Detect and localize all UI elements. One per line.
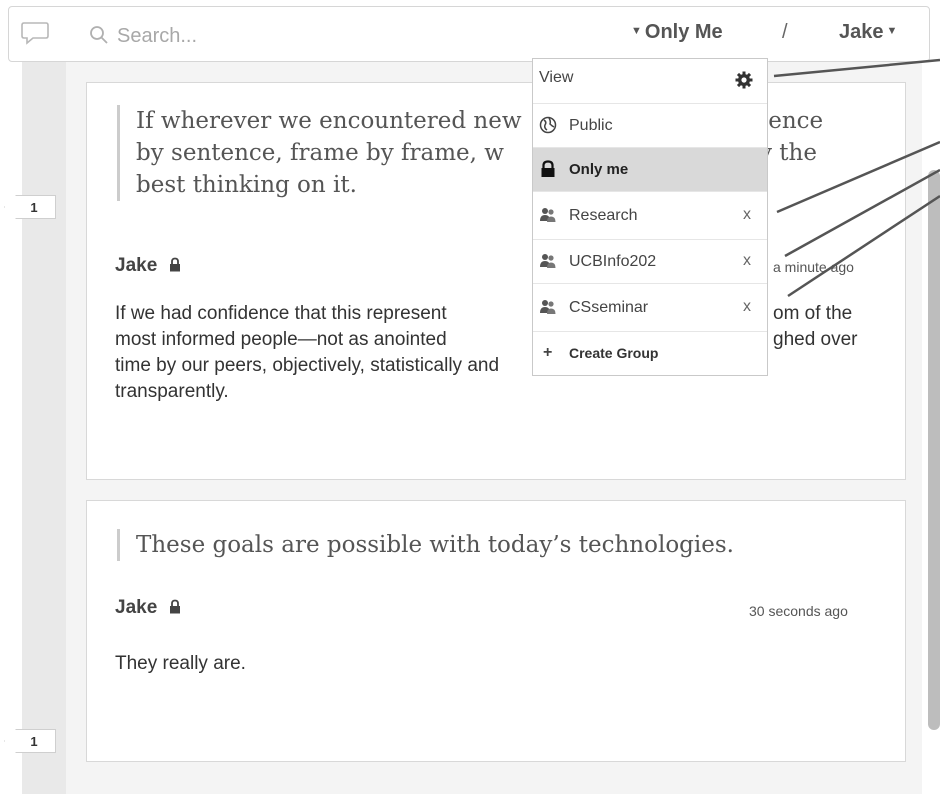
body-line: time by our peers, objectively, statisti…	[115, 355, 500, 402]
quote-line: If wherever we encountered new	[136, 108, 522, 134]
group-icon	[540, 208, 556, 222]
create-group-label: Create Group	[569, 345, 659, 361]
annotation-body: If we had confidence that this represent…	[115, 301, 535, 405]
create-group-button[interactable]: + Create Group	[533, 331, 767, 375]
quoted-text: If wherever we encountered new by senten…	[117, 105, 546, 201]
annotation-count-badge[interactable]: 1	[4, 195, 56, 219]
quote-line: tence	[759, 108, 824, 134]
annotation-timestamp[interactable]: 30 seconds ago	[749, 603, 848, 619]
option-label: Only me	[569, 161, 629, 178]
annotation-timestamp[interactable]: a minute ago	[773, 259, 854, 275]
quote-line: v the	[759, 140, 817, 166]
quote-line: by sentence, frame by frame, w	[136, 140, 504, 166]
quote-line: best thinking on it.	[136, 172, 357, 198]
scope-dropdown-menu: View Public Only me Research x UCBInfo20…	[532, 58, 768, 376]
lock-icon	[169, 257, 180, 272]
group-icon	[540, 300, 556, 314]
scope-label: Only Me	[644, 21, 723, 43]
annotation-author[interactable]: Jake	[115, 597, 181, 619]
option-label: Public	[569, 117, 613, 134]
scope-selector-button[interactable]: ▼ Only Me	[631, 21, 723, 44]
triangle-down-icon: ▼	[886, 25, 898, 37]
separator: /	[782, 21, 788, 43]
group-icon	[540, 254, 556, 268]
lock-icon	[541, 160, 555, 177]
body-line: If we had confidence that this represent	[115, 303, 447, 324]
scope-option-csseminar[interactable]: CSseminar x	[533, 283, 767, 331]
user-label: Jake	[839, 21, 884, 43]
gear-icon[interactable]	[735, 71, 753, 89]
scope-option-public[interactable]: Public	[533, 103, 767, 147]
search-icon	[90, 26, 108, 44]
dropdown-title: View	[539, 69, 574, 86]
quoted-text: These goals are possible with today’s te…	[117, 529, 734, 561]
user-menu-button[interactable]: Jake ▼	[839, 21, 897, 44]
remove-group-button[interactable]: x	[743, 252, 751, 270]
speech-bubble-icon[interactable]	[21, 21, 49, 45]
quoted-text-overflow: tence v the	[759, 105, 823, 169]
lock-icon	[169, 599, 180, 614]
body-line: om of the	[773, 303, 853, 324]
scope-option-ucbinfo202[interactable]: UCBInfo202 x	[533, 239, 767, 283]
triangle-down-icon: ▼	[631, 25, 642, 37]
annotation-gutter	[22, 62, 66, 794]
author-name: Jake	[115, 255, 158, 276]
scrollbar[interactable]	[928, 170, 940, 730]
annotation-count-badge[interactable]: 1	[4, 729, 56, 753]
body-line: ghed over	[773, 329, 858, 350]
scope-option-only-me[interactable]: Only me	[533, 147, 767, 191]
body-line: most informed people—not as anointed	[115, 329, 447, 350]
option-label: CSseminar	[569, 299, 649, 316]
search-input[interactable]	[115, 21, 419, 51]
annotation-card: If wherever we encountered new by senten…	[86, 82, 906, 480]
plus-icon: +	[543, 344, 553, 361]
globe-icon	[539, 116, 557, 134]
remove-group-button[interactable]: x	[743, 206, 751, 224]
option-label: Research	[569, 207, 638, 224]
annotation-body-overflow: om of the ghed over	[773, 301, 858, 353]
remove-group-button[interactable]: x	[743, 298, 751, 316]
annotation-card: These goals are possible with today’s te…	[86, 500, 906, 762]
annotation-body: They really are.	[115, 653, 246, 674]
top-bar: ▼Only Me / Jake▼	[8, 6, 930, 62]
annotation-author[interactable]: Jake	[115, 255, 181, 277]
scope-option-research[interactable]: Research x	[533, 191, 767, 239]
author-name: Jake	[115, 597, 158, 618]
option-label: UCBInfo202	[569, 253, 657, 270]
